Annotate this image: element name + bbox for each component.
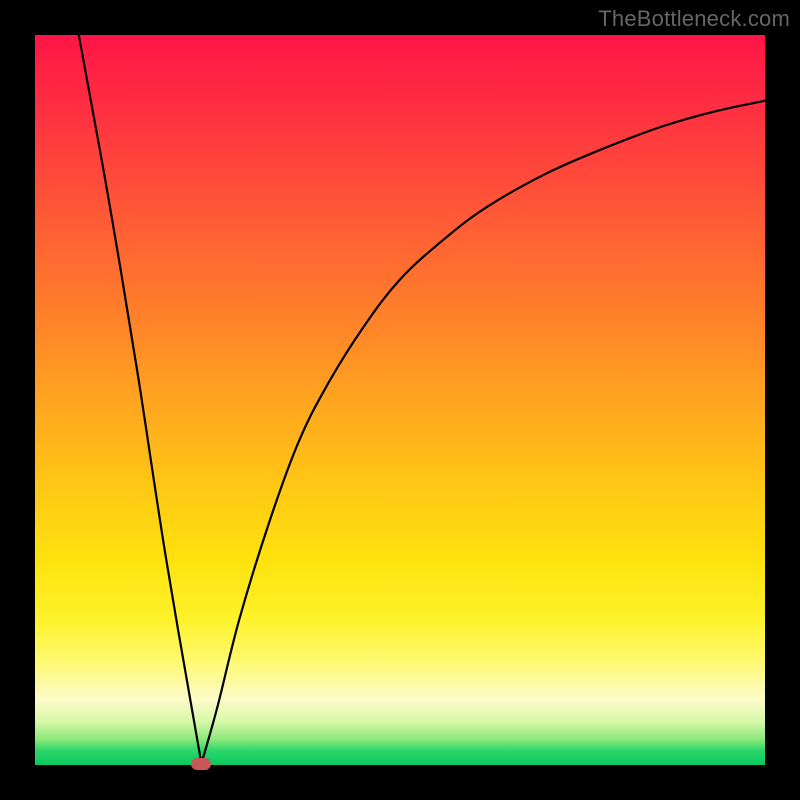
watermark-text: TheBottleneck.com — [598, 6, 790, 32]
chart-frame: TheBottleneck.com — [0, 0, 800, 800]
minimum-marker — [191, 758, 211, 770]
curve-left-branch — [79, 35, 202, 764]
curve-right-branch — [201, 101, 765, 764]
curve-svg — [35, 35, 765, 765]
chart-plot-area — [35, 35, 765, 765]
